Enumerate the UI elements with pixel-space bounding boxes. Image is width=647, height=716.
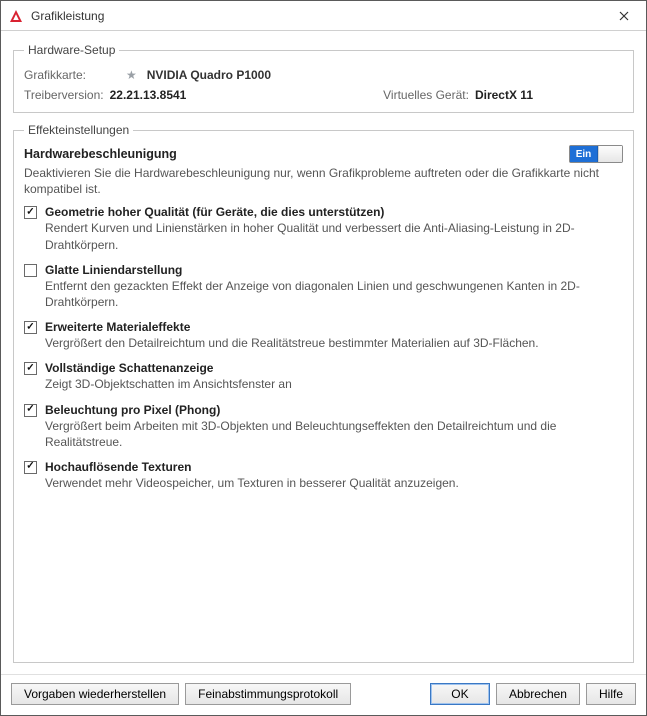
option-text: Geometrie hoher Qualität (für Geräte, di…	[45, 205, 623, 252]
dialog-content: Hardware-Setup Grafikkarte: ★ NVIDIA Qua…	[1, 31, 646, 674]
cancel-button[interactable]: Abbrechen	[496, 683, 580, 705]
window-title: Grafikleistung	[31, 9, 602, 23]
ok-button[interactable]: OK	[430, 683, 490, 705]
option-text: Vollständige SchattenanzeigeZeigt 3D-Obj…	[45, 361, 623, 392]
titlebar: Grafikleistung	[1, 1, 646, 31]
option-row: Glatte LiniendarstellungEntfernt den gez…	[24, 263, 623, 310]
option-title: Glatte Liniendarstellung	[45, 263, 623, 277]
close-button[interactable]	[602, 1, 646, 30]
gpu-value: NVIDIA Quadro P1000	[147, 68, 271, 82]
option-checkbox[interactable]	[24, 404, 37, 417]
option-row: Erweiterte MaterialeffekteVergrößert den…	[24, 320, 623, 351]
option-checkbox[interactable]	[24, 321, 37, 334]
hwaccel-header: Hardwarebeschleunigung Ein	[24, 145, 623, 163]
help-button[interactable]: Hilfe	[586, 683, 636, 705]
hwaccel-title: Hardwarebeschleunigung	[24, 147, 177, 161]
tuner-log-button[interactable]: Feinabstimmungsprotokoll	[185, 683, 351, 705]
toggle-knob	[598, 146, 622, 162]
effects-legend: Effekteinstellungen	[24, 123, 133, 137]
option-desc: Vergrößert beim Arbeiten mit 3D-Objekten…	[45, 418, 623, 450]
option-desc: Verwendet mehr Videospeicher, um Texture…	[45, 475, 623, 491]
gpu-label: Grafikkarte:	[24, 68, 120, 82]
hardware-legend: Hardware-Setup	[24, 43, 119, 57]
option-row: Geometrie hoher Qualität (für Geräte, di…	[24, 205, 623, 252]
hwaccel-toggle[interactable]: Ein	[569, 145, 623, 163]
option-row: Vollständige SchattenanzeigeZeigt 3D-Obj…	[24, 361, 623, 392]
driver-row: Treiberversion: 22.21.13.8541 Virtuelles…	[24, 88, 623, 102]
virtual-device-value: DirectX 11	[475, 88, 533, 102]
option-title: Geometrie hoher Qualität (für Geräte, di…	[45, 205, 623, 219]
option-checkbox[interactable]	[24, 461, 37, 474]
option-text: Erweiterte MaterialeffekteVergrößert den…	[45, 320, 623, 351]
option-row: Hochauflösende TexturenVerwendet mehr Vi…	[24, 460, 623, 491]
option-checkbox[interactable]	[24, 206, 37, 219]
option-desc: Vergrößert den Detailreichtum und die Re…	[45, 335, 623, 351]
option-text: Glatte LiniendarstellungEntfernt den gez…	[45, 263, 623, 310]
button-bar: Vorgaben wiederherstellen Feinabstimmung…	[1, 674, 646, 715]
option-title: Beleuchtung pro Pixel (Phong)	[45, 403, 623, 417]
gpu-row: Grafikkarte: ★ NVIDIA Quadro P1000	[24, 68, 623, 82]
hwaccel-desc: Deaktivieren Sie die Hardwarebeschleunig…	[24, 165, 623, 197]
option-title: Erweiterte Materialeffekte	[45, 320, 623, 334]
virtual-device-label: Virtuelles Gerät:	[383, 88, 469, 102]
driver-value: 22.21.13.8541	[110, 88, 187, 102]
option-checkbox[interactable]	[24, 264, 37, 277]
restore-defaults-button[interactable]: Vorgaben wiederherstellen	[11, 683, 179, 705]
option-checkbox[interactable]	[24, 362, 37, 375]
toggle-on-label: Ein	[570, 146, 598, 162]
option-desc: Rendert Kurven und Linienstärken in hohe…	[45, 220, 623, 252]
hardware-setup-group: Hardware-Setup Grafikkarte: ★ NVIDIA Qua…	[13, 43, 634, 113]
dialog-window: Grafikleistung Hardware-Setup Grafikkart…	[0, 0, 647, 716]
driver-label: Treiberversion:	[24, 88, 104, 102]
options-list: Geometrie hoher Qualität (für Geräte, di…	[24, 205, 623, 491]
option-row: Beleuchtung pro Pixel (Phong)Vergrößert …	[24, 403, 623, 450]
star-icon: ★	[126, 68, 137, 82]
close-icon	[619, 11, 629, 21]
option-text: Hochauflösende TexturenVerwendet mehr Vi…	[45, 460, 623, 491]
app-icon	[7, 7, 25, 25]
effects-group: Effekteinstellungen Hardwarebeschleunigu…	[13, 123, 634, 663]
option-desc: Zeigt 3D-Objektschatten im Ansichtsfenst…	[45, 376, 623, 392]
option-title: Hochauflösende Texturen	[45, 460, 623, 474]
option-title: Vollständige Schattenanzeige	[45, 361, 623, 375]
option-desc: Entfernt den gezackten Effekt der Anzeig…	[45, 278, 623, 310]
option-text: Beleuchtung pro Pixel (Phong)Vergrößert …	[45, 403, 623, 450]
